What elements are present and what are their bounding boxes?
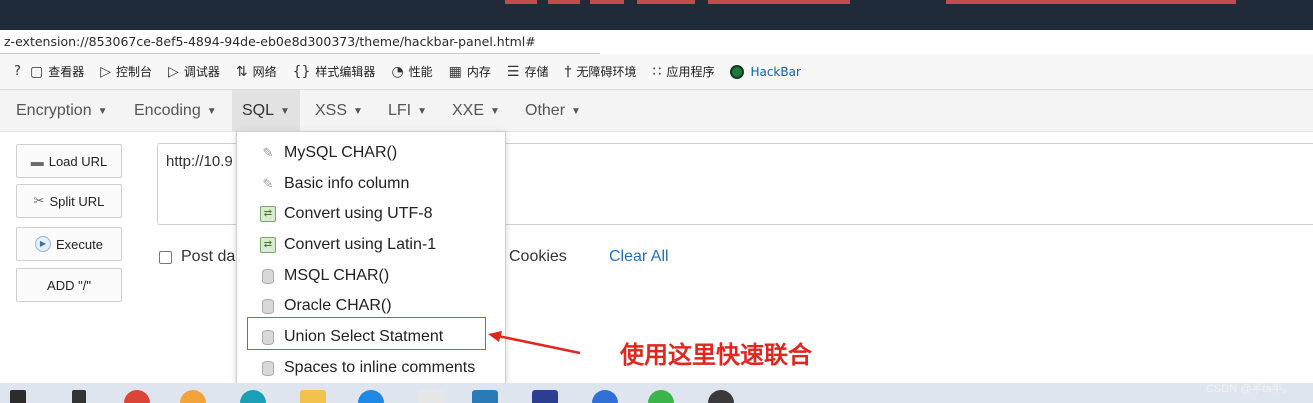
tab-performance[interactable]: ◔ 性能 [383, 54, 440, 90]
caret-down-icon: ▼ [353, 105, 363, 117]
menu-xss[interactable]: XSS ▼ [315, 90, 363, 132]
pen-icon: ✎ [262, 145, 274, 160]
menu-item-basic-info-column[interactable]: ✎ Basic info column [237, 169, 505, 199]
edge-icon[interactable] [240, 390, 266, 403]
tab-console[interactable]: ▷ 控制台 [92, 54, 160, 90]
hackbar-menubar: Encryption ▼ Encoding ▼ SQL ▼ XSS ▼ LFI ▼ XXE… [0, 90, 1313, 132]
folder-icon[interactable] [300, 390, 326, 403]
tab-style-editor[interactable]: {} 样式编辑器 [285, 54, 384, 90]
post-data-option[interactable]: Post da [159, 246, 235, 268]
clear-all-link[interactable]: Clear All [609, 246, 669, 268]
database-icon [262, 298, 274, 314]
start-icon[interactable] [10, 390, 26, 403]
highlight-box [247, 317, 486, 350]
app-icon[interactable] [418, 390, 444, 403]
caret-down-icon: ▼ [280, 105, 290, 117]
hackbar-icon [730, 64, 745, 79]
annotation-arrow-icon [488, 331, 581, 355]
caret-down-icon: ▼ [490, 105, 500, 117]
caret-down-icon: ▼ [417, 105, 428, 117]
application-icon: ∷ [652, 63, 662, 80]
menu-item-mysql-char[interactable]: ✎ MySQL CHAR() [237, 138, 505, 168]
debugger-icon: ▷ [168, 63, 179, 80]
menu-encoding[interactable]: Encoding ▼ [134, 90, 217, 132]
tab-network[interactable]: ⇅ 网络 [228, 54, 285, 90]
execute-button[interactable]: ▶ Execute [16, 227, 122, 261]
convert-icon: ⇄ [260, 206, 276, 222]
app-icon[interactable] [532, 390, 558, 403]
inspector-icon: ▢ [30, 63, 44, 80]
split-url-button[interactable]: ✂ Split URL [16, 184, 122, 218]
browser-top-strip [0, 0, 1313, 30]
caret-down-icon: ▼ [97, 105, 108, 117]
performance-icon: ◔ [391, 63, 404, 80]
menu-item-convert-utf8[interactable]: ⇄ Convert using UTF-8 [237, 199, 505, 229]
tab-storage[interactable]: ☰ 存储 [499, 54, 557, 90]
database-icon [262, 360, 274, 376]
convert-icon: ⇄ [260, 237, 276, 253]
tab-debugger[interactable]: ▷ 调试器 [160, 54, 228, 90]
play-icon: ▶ [35, 236, 51, 252]
app-icon[interactable] [472, 390, 498, 403]
menu-item-convert-latin1[interactable]: ⇄ Convert using Latin-1 [237, 230, 505, 260]
tab-accessibility[interactable]: † 无障碍环境 [557, 54, 645, 90]
annotation-note: 使用这里快速联合 [620, 342, 812, 369]
caret-down-icon: ▼ [206, 105, 217, 117]
wechat-icon[interactable] [648, 390, 674, 403]
tab-inspector[interactable]: ▢ 查看器 [22, 54, 92, 90]
console-icon: ▷ [100, 63, 112, 80]
storage-icon: ☰ [506, 63, 520, 80]
menu-other[interactable]: Other ▼ [525, 90, 581, 132]
menu-lfi[interactable]: LFI ▼ [388, 90, 427, 132]
tab-hackbar[interactable]: HackBar [722, 54, 808, 90]
menu-encryption[interactable]: Encryption ▼ [16, 90, 108, 132]
cookies-option[interactable]: Cookies [509, 246, 567, 268]
devtools-tab-bar: ? ▢ 查看器 ▷ 控制台 ▷ 调试器 ⇅ 网络 {} 样式编辑器 ◔ 性能 ▦ 内存 ☰ 存储… [0, 54, 1313, 90]
chrome-icon[interactable] [124, 390, 150, 403]
caret-down-icon: ▼ [571, 105, 581, 117]
network-icon: ⇅ [235, 63, 248, 80]
tab-application[interactable]: ∷ 应用程序 [645, 54, 723, 90]
menu-xxe[interactable]: XXE ▼ [452, 90, 500, 132]
pen-icon: ✎ [262, 176, 274, 191]
devtools-overflow-mark: ? [14, 64, 21, 79]
menu-item-spaces-inline-comments[interactable]: Spaces to inline comments [237, 353, 505, 383]
app-icon[interactable] [358, 390, 384, 403]
address-bar[interactable]: z-extension://853067ce-8ef5-4894-94de-eb… [0, 30, 600, 54]
load-url-button[interactable]: ▬ Load URL [16, 144, 122, 178]
scissors-icon: ✂ [33, 193, 45, 208]
app-icon[interactable] [592, 390, 618, 403]
style-editor-icon: {} [292, 63, 311, 80]
database-icon [262, 268, 274, 284]
menu-item-msql-char[interactable]: MSQL CHAR() [237, 261, 505, 291]
address-bar-url: z-extension://853067ce-8ef5-4894-94de-eb… [4, 34, 536, 49]
tab-memory[interactable]: ▦ 内存 [441, 54, 499, 90]
add-slash-button[interactable]: ADD "/" [16, 268, 122, 302]
accessibility-icon: † [564, 63, 572, 80]
app-icon[interactable] [180, 390, 206, 403]
menu-sql[interactable]: SQL ▼ [232, 90, 300, 132]
search-icon[interactable] [72, 390, 86, 403]
url-textarea-value: http://10.9 [166, 153, 233, 170]
drive-icon: ▬ [30, 153, 44, 169]
post-data-checkbox[interactable] [159, 250, 172, 264]
app-icon[interactable] [708, 390, 734, 403]
watermark: CSDN @半ta半。 [1206, 383, 1294, 395]
taskbar [0, 383, 1313, 403]
memory-icon: ▦ [448, 63, 462, 80]
